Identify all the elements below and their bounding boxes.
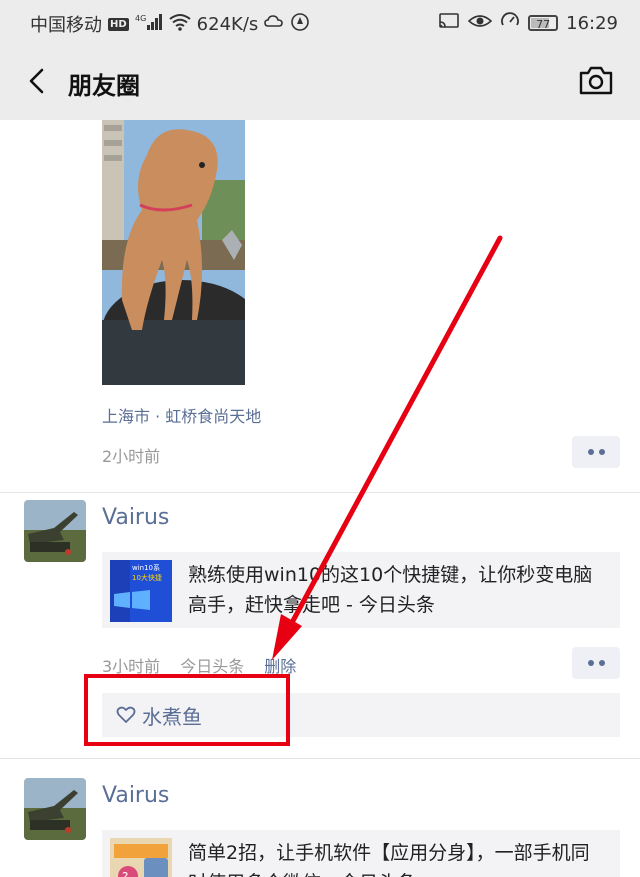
annotation-highlight-box xyxy=(84,674,290,746)
svg-text:10大快捷: 10大快捷 xyxy=(132,573,162,582)
avatar[interactable] xyxy=(24,778,86,840)
cloud-icon xyxy=(264,13,284,35)
post-divider xyxy=(0,492,640,493)
article-title: 熟练使用win10的这10个快捷键，让你秒变电脑高手，赶快拿走吧 - 今日头条 xyxy=(188,564,593,616)
post-more-button[interactable] xyxy=(572,436,620,468)
shared-article-card[interactable]: win10系 10大快捷 熟练使用win10的这10个快捷键，让你秒变电脑高手，… xyxy=(102,552,620,628)
post-username[interactable]: Vairus xyxy=(102,783,169,808)
annotation-arrow-icon xyxy=(272,235,503,660)
post-divider xyxy=(0,758,640,759)
status-bar: 中国移动 HD 4G 624K/s 77 16:29 xyxy=(0,0,640,44)
page-title: 朋友圈 xyxy=(68,72,140,100)
status-left: 中国移动 HD 4G 624K/s xyxy=(30,11,310,37)
camera-icon[interactable] xyxy=(578,64,614,96)
wifi-icon xyxy=(169,13,191,35)
post-username[interactable]: Vairus xyxy=(102,505,169,530)
carrier-label: 中国移动 xyxy=(30,15,102,36)
thumb-text: win10系 xyxy=(132,563,160,572)
app-notification-icon xyxy=(290,12,310,36)
post-more-button[interactable] xyxy=(572,647,620,679)
battery-icon: 77 xyxy=(528,15,559,31)
nav-bar: 朋友圈 xyxy=(0,44,640,120)
shared-article-card[interactable]: ? 简单2招，让手机软件【应用分身】，一部手机同时使用多个微信，今日头条 xyxy=(102,830,620,877)
clock: 16:29 xyxy=(566,12,618,34)
speedometer-icon xyxy=(500,11,520,35)
article-thumbnail: win10系 10大快捷 xyxy=(110,560,172,622)
network-speed: 624K/s xyxy=(196,13,259,35)
battery-level: 77 xyxy=(536,18,551,31)
post-time: 2小时前 xyxy=(102,447,161,466)
post-location-link[interactable]: 上海市 · 虹桥食尚天地 xyxy=(102,403,261,427)
eye-icon xyxy=(467,12,493,34)
network-type: 4G xyxy=(135,14,146,23)
cast-icon xyxy=(438,12,460,34)
article-title: 简单2招，让手机软件【应用分身】，一部手机同时使用多个微信，今日头条 xyxy=(188,842,590,877)
status-right: 77 16:29 xyxy=(438,11,618,35)
svg-text:?: ? xyxy=(122,870,128,877)
article-thumbnail: ? xyxy=(110,838,172,877)
back-arrow-icon[interactable] xyxy=(24,66,54,96)
post-photo-dog[interactable] xyxy=(102,120,245,385)
hd-icon: HD xyxy=(108,17,129,31)
avatar[interactable] xyxy=(24,500,86,562)
moments-feed[interactable]: 上海市 · 虹桥食尚天地 2小时前 Vairus win10系 10大快捷 熟练… xyxy=(0,120,640,877)
signal-icon: 4G xyxy=(135,13,163,35)
